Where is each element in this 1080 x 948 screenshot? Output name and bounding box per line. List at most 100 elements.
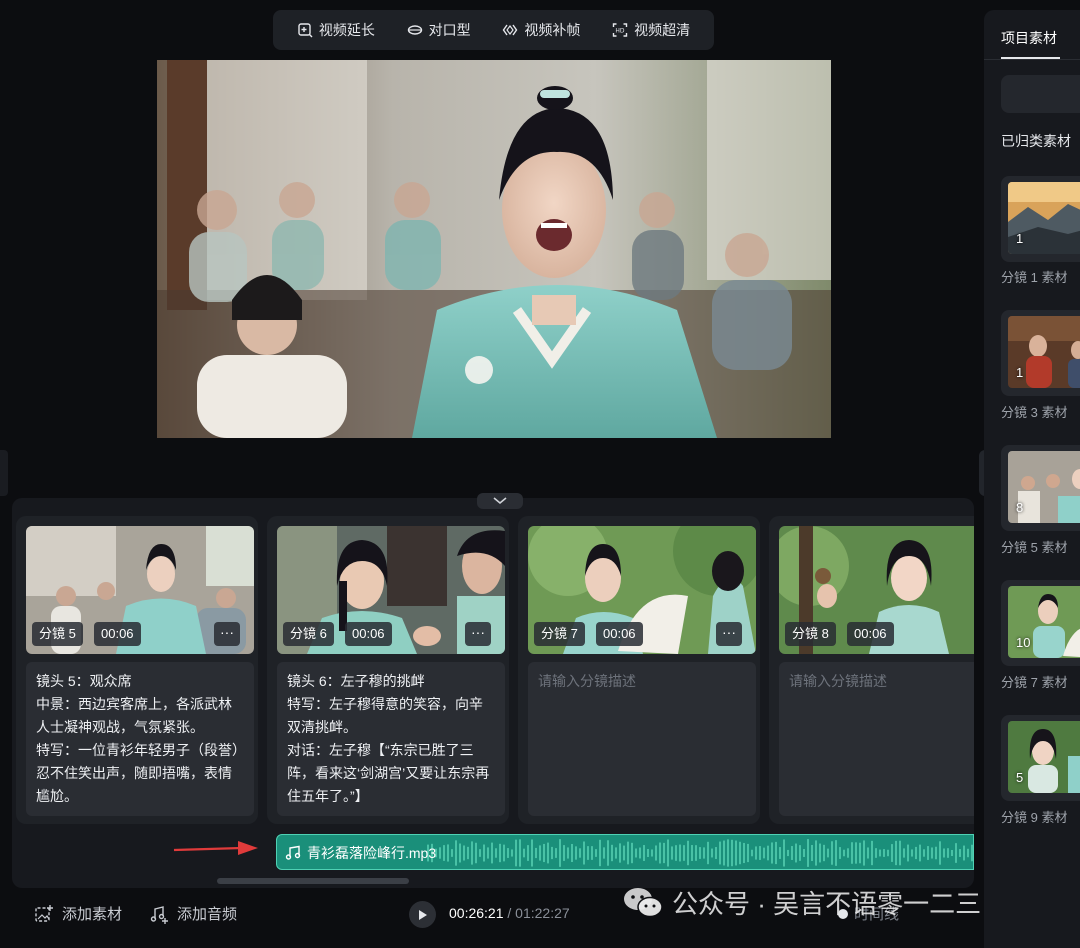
shot-number-badge: 分镜 5 (32, 622, 83, 646)
waveform-bar (655, 845, 657, 861)
waveform-bar (687, 840, 689, 866)
waveform-bar (439, 847, 441, 859)
waveform-bar (651, 849, 653, 857)
waveform-bar (879, 849, 881, 857)
audio-track-clip[interactable]: 青衫磊落险峰行.mp3 (276, 834, 974, 870)
storyboard-card-7[interactable]: 分镜 7 00:06 ··· 请输入分镜描述 (518, 516, 760, 824)
waveform-bar (479, 849, 481, 857)
waveform-bar (867, 847, 869, 859)
waveform-bar (663, 842, 665, 864)
waveform-bar (531, 839, 533, 867)
waveform-bar (915, 846, 917, 860)
waveform-bar (771, 842, 773, 864)
waveform-bar (603, 847, 605, 859)
waveform-bar (767, 845, 769, 861)
shot-description-field[interactable]: 请输入分镜描述 (528, 662, 756, 816)
lip-sync-button[interactable]: 对口型 (407, 20, 471, 40)
waveform-bar (831, 841, 833, 865)
total-time: 01:22:27 (515, 905, 570, 921)
waveform-bar (815, 840, 817, 866)
app-root: 视频延长 对口型 视频补帧 HD 视频超清 分镜 5 00:06 ··· 镜头 … (0, 0, 1080, 948)
add-image-icon (35, 904, 53, 922)
current-time: 00:26:21 (449, 905, 504, 921)
material-group-1[interactable]: 1 (1001, 176, 1080, 262)
waveform-bar (647, 849, 649, 857)
material-group-label: 分镜 1 素材 (1001, 270, 1068, 285)
super-resolution-label: 视频超清 (634, 22, 691, 38)
waveform-bar (911, 849, 913, 857)
storyboard-card-6[interactable]: 分镜 6 00:06 ··· 镜头 6：左子穆的挑衅 特写：左子穆得意的笑容，向… (267, 516, 509, 824)
waveform-bar (939, 841, 941, 865)
waveform-bar (871, 840, 873, 866)
waveform-bar (607, 840, 609, 866)
left-panel-handle[interactable] (0, 450, 8, 496)
material-group-3[interactable]: 1 (1001, 310, 1080, 396)
waveform-bar (955, 843, 957, 863)
material-group-7[interactable]: 10 (1001, 580, 1080, 666)
waveform-bar (519, 839, 521, 867)
add-audio-label: 添加音频 (177, 906, 238, 923)
waveform-bar (599, 839, 601, 867)
waveform-bar (563, 845, 565, 861)
more-options-button[interactable]: ··· (214, 622, 240, 646)
waveform-bar (803, 849, 805, 857)
waveform-bar (935, 846, 937, 860)
material-count: 8 (1016, 500, 1024, 515)
waveform-bar (699, 847, 701, 859)
waveform-bar (555, 848, 557, 858)
waveform-bar (667, 839, 669, 867)
audio-filename: 青衫磊落险峰行.mp3 (307, 845, 437, 861)
collapse-storyboard-button[interactable] (477, 493, 523, 509)
waveform-bar (459, 843, 461, 863)
waveform-bar (927, 846, 929, 860)
video-extend-button[interactable]: 视频延长 (297, 20, 375, 40)
waveform-bar (695, 845, 697, 861)
material-group-label: 分镜 7 素材 (1001, 675, 1068, 690)
waveform-bar (823, 844, 825, 862)
upload-material-button[interactable] (1001, 75, 1080, 113)
add-material-button[interactable]: 添加素材 (34, 903, 122, 924)
shot-description-field[interactable]: 镜头 6：左子穆的挑衅 特写：左子穆得意的笑容，向辛双清挑衅。 对话：左子穆【“… (277, 662, 505, 816)
waveform-bar (579, 848, 581, 858)
waveform-bar (923, 849, 925, 857)
play-button[interactable] (409, 901, 436, 928)
material-count: 5 (1016, 770, 1024, 785)
waveform-bar (591, 846, 593, 860)
waveform-bar (775, 841, 777, 865)
waveform-bar (559, 839, 561, 867)
video-extend-icon (298, 23, 313, 38)
waveform-bar (643, 845, 645, 861)
material-group-5[interactable]: 8 (1001, 445, 1080, 531)
material-group-9[interactable]: 5 (1001, 715, 1080, 801)
material-count: 1 (1016, 365, 1024, 380)
frame-interpolation-button[interactable]: 视频补帧 (502, 20, 580, 40)
more-options-button[interactable]: ··· (716, 622, 742, 646)
more-options-button[interactable]: ··· (465, 622, 491, 646)
waveform-bar (483, 844, 485, 862)
waveform-bar (611, 844, 613, 862)
time-separator: / (503, 905, 516, 921)
waveform-bar (887, 849, 889, 857)
waveform-bar (499, 843, 501, 863)
storyboard-card-5[interactable]: 分镜 5 00:06 ··· 镜头 5：观众席 中景：西边宾客席上，各派武林人士… (16, 516, 258, 824)
waveform-bar (639, 847, 641, 859)
waveform-bar (671, 846, 673, 860)
super-resolution-button[interactable]: HD 视频超清 (612, 20, 690, 40)
shot-number-badge: 分镜 8 (785, 622, 836, 646)
waveform-bar (451, 849, 453, 857)
watermark-text: 公众号 · 吴言不语零一二三 (672, 889, 982, 919)
add-audio-button[interactable]: 添加音频 (149, 903, 237, 924)
storyboard-scrollbar[interactable] (217, 878, 409, 884)
waveform-bar (495, 848, 497, 858)
waveform-bar (811, 844, 813, 862)
waveform-bar (475, 842, 477, 864)
waveform-bar (507, 848, 509, 858)
shot-description-field[interactable]: 镜头 5：观众席 中景：西边宾客席上，各派武林人士凝神观战，气氛紧张。 特写：一… (26, 662, 254, 816)
video-preview[interactable] (157, 60, 831, 438)
waveform-bar (891, 844, 893, 862)
waveform-bar (763, 847, 765, 859)
waveform-bar (679, 844, 681, 862)
tab-project-materials[interactable]: 项目素材 (1001, 28, 1057, 48)
storyboard-card-8[interactable]: 分镜 8 00:06 请输入分镜描述 (769, 516, 974, 824)
shot-description-field[interactable]: 请输入分镜描述 (779, 662, 974, 816)
